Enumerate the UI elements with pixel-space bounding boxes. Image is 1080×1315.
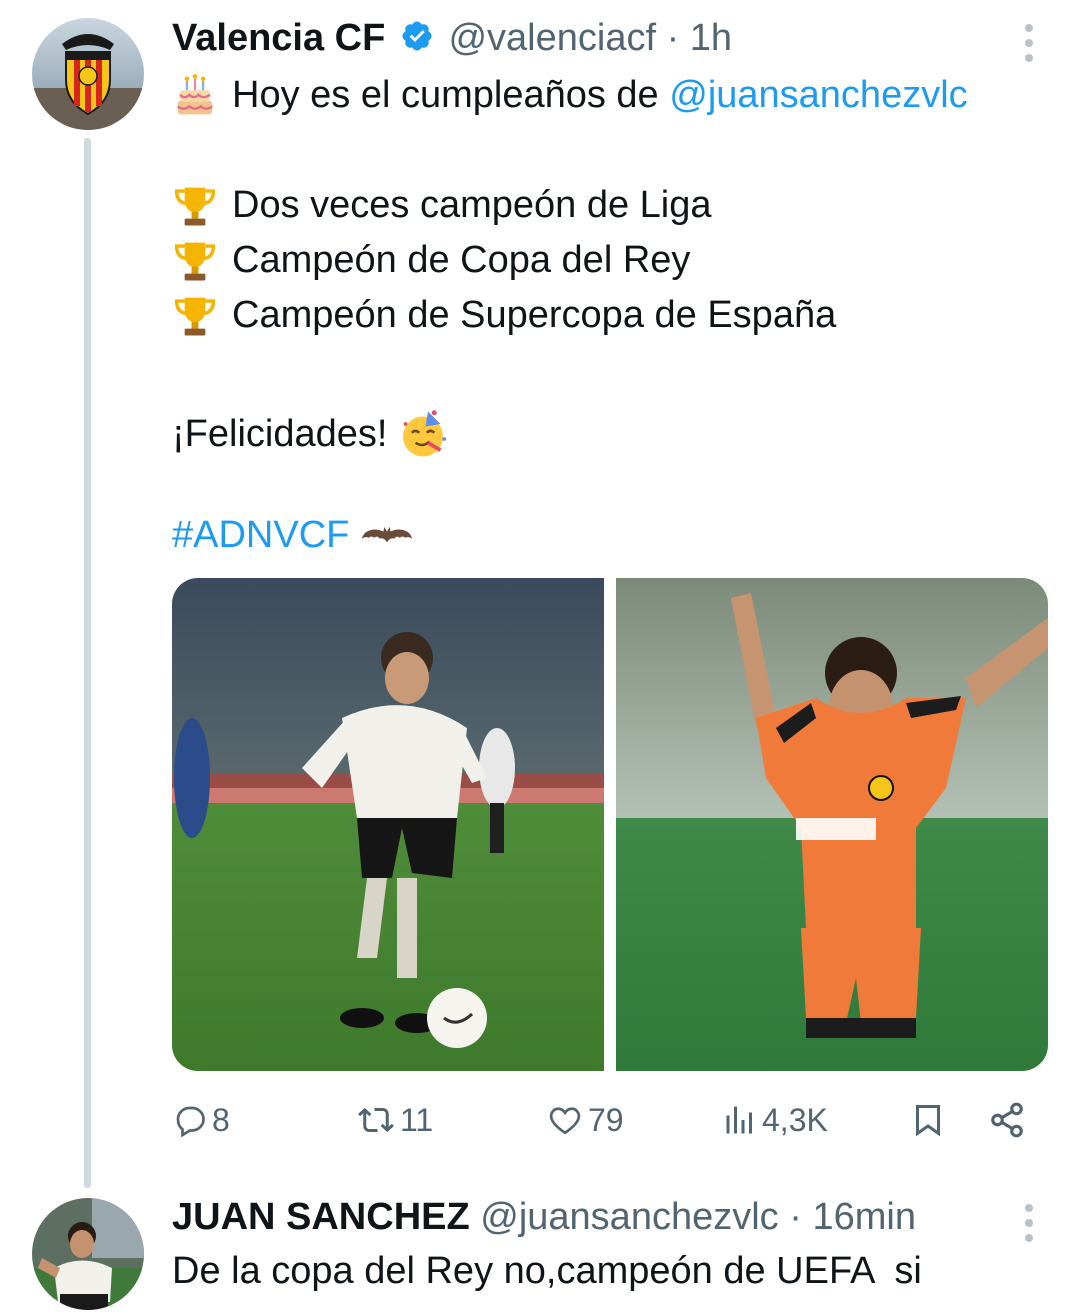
reply-timestamp[interactable]: 16min bbox=[812, 1196, 916, 1238]
birthday-cake-icon bbox=[177, 73, 213, 114]
valencia-avatar[interactable] bbox=[32, 18, 144, 130]
achievement-text: Campeón de Copa del Rey bbox=[232, 239, 691, 281]
heart-icon bbox=[549, 1107, 581, 1135]
retweet-icon bbox=[358, 1107, 394, 1133]
bat-icon bbox=[361, 526, 413, 542]
main-tweet[interactable]: Valencia CF @valenciacf · 1h Hoy es el c… bbox=[0, 0, 1080, 1188]
like-button[interactable]: 79 bbox=[546, 1094, 624, 1146]
photo-player-orange-kit-image bbox=[616, 578, 1048, 1071]
reply-button[interactable]: 8 bbox=[172, 1094, 230, 1146]
tweet-header: Valencia CF @valenciacf · 1h bbox=[172, 15, 732, 61]
reply-tweet[interactable]: JUAN SANCHEZ @juansanchezvlc · 16min De … bbox=[0, 1180, 1080, 1315]
handle[interactable]: @valenciacf bbox=[448, 17, 656, 59]
photo-player-orange-kit[interactable] bbox=[616, 578, 1048, 1071]
reply-count: 8 bbox=[212, 1101, 230, 1138]
achievement-text: Dos veces campeón de Liga bbox=[232, 184, 712, 226]
timestamp[interactable]: 1h bbox=[690, 17, 732, 59]
trophy-icon bbox=[174, 187, 216, 226]
thread-connector-line bbox=[84, 138, 91, 1188]
achievement-item: Campeón de Supercopa de España bbox=[172, 288, 968, 343]
verified-badge-icon bbox=[402, 21, 432, 51]
like-count: 79 bbox=[588, 1101, 624, 1138]
display-name[interactable]: Valencia CF bbox=[172, 17, 385, 59]
partying-face-icon bbox=[402, 410, 447, 457]
reply-separator: · bbox=[789, 1196, 802, 1238]
reply-handle[interactable]: @juansanchezvlc bbox=[480, 1196, 778, 1238]
congrats-line: ¡Felicidades! bbox=[172, 398, 968, 470]
reply-icon bbox=[176, 1106, 205, 1138]
share-icon bbox=[991, 1102, 1023, 1138]
birthday-line: Hoy es el cumpleaños de @juansanchezvlc bbox=[172, 68, 968, 123]
congrats-text: ¡Felicidades! bbox=[172, 412, 388, 455]
achievement-text: Campeón de Supercopa de España bbox=[232, 294, 837, 336]
views-button[interactable]: 4,3K bbox=[722, 1094, 828, 1146]
trophy-icon bbox=[174, 297, 216, 336]
juan-sanchez-photo-icon bbox=[32, 1198, 144, 1310]
tweet-actions: 8 11 79 4,3K bbox=[172, 1094, 1032, 1146]
hashtag-line: #ADNVCF bbox=[172, 508, 968, 563]
mention-link[interactable]: @juansanchezvlc bbox=[669, 68, 967, 123]
trophy-icon bbox=[174, 242, 216, 281]
separator: · bbox=[666, 17, 680, 59]
reply-text: De la copa del Rey no,campeón de UEFA si bbox=[172, 1244, 922, 1299]
share-button[interactable] bbox=[988, 1094, 1026, 1146]
tweet-text: Hoy es el cumpleaños de @juansanchezvlc … bbox=[172, 68, 968, 563]
retweet-count: 11 bbox=[400, 1101, 434, 1138]
reply-text-line: De la copa del Rey no,campeón de UEFA si bbox=[172, 1250, 922, 1292]
photo-player-white-kit-image bbox=[172, 578, 604, 1071]
reply-display-name[interactable]: JUAN SANCHEZ bbox=[172, 1196, 470, 1238]
bookmark-icon bbox=[916, 1105, 940, 1137]
achievement-item: Campeón de Copa del Rey bbox=[172, 233, 968, 288]
more-options-icon[interactable] bbox=[1024, 24, 1034, 62]
views-chart-icon bbox=[726, 1106, 752, 1134]
photo-player-white-kit[interactable] bbox=[172, 578, 604, 1071]
birthday-intro: Hoy es el cumpleaños de bbox=[232, 74, 659, 116]
hashtag-link[interactable]: #ADNVCF bbox=[172, 508, 349, 563]
juan-sanchez-avatar[interactable] bbox=[32, 1198, 144, 1310]
retweet-button[interactable]: 11 bbox=[356, 1094, 433, 1146]
reply-more-options-icon[interactable] bbox=[1024, 1204, 1034, 1242]
tweet-media[interactable] bbox=[172, 578, 1048, 1071]
bookmark-button[interactable] bbox=[910, 1094, 946, 1146]
valencia-crest-icon bbox=[32, 18, 144, 130]
achievement-item: Dos veces campeón de Liga bbox=[172, 178, 968, 233]
view-count: 4,3K bbox=[762, 1101, 828, 1138]
reply-header: JUAN SANCHEZ @juansanchezvlc · 16min bbox=[172, 1194, 916, 1240]
